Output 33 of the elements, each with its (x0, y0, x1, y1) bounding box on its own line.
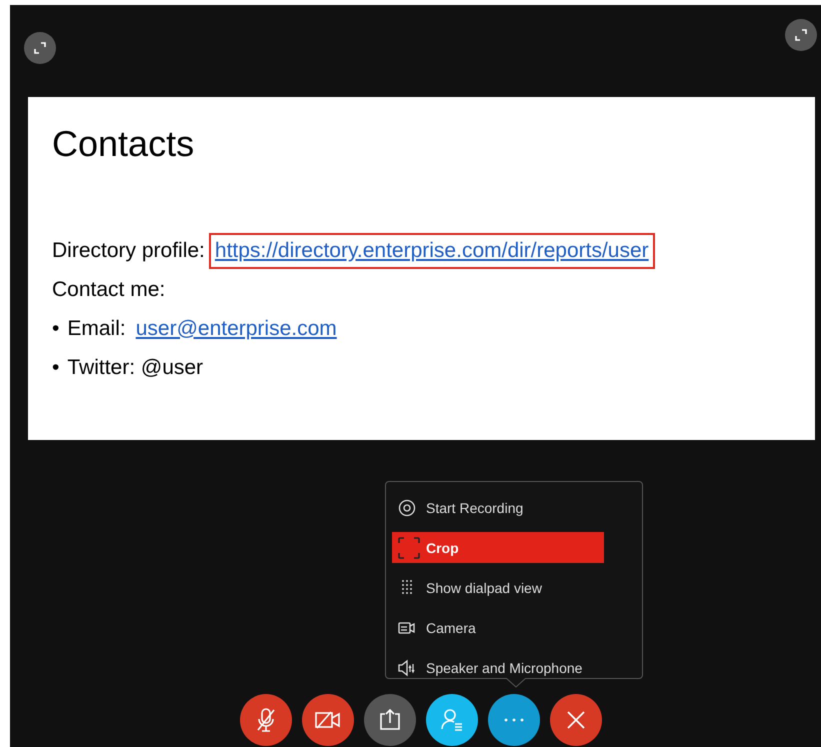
participant-list-icon (440, 708, 464, 732)
email-link[interactable]: user@enterprise.com (132, 312, 341, 344)
bullet: • (52, 356, 60, 380)
menu-item[interactable]: Show dialpad view (392, 568, 604, 608)
end-call-button[interactable] (550, 694, 602, 746)
bullet: • (52, 316, 60, 340)
crop-frame-icon (398, 536, 420, 558)
share-screen-icon (378, 709, 402, 731)
video-off-icon (315, 710, 341, 730)
bullet-text: Email: (67, 316, 126, 340)
more-icon (504, 718, 524, 722)
participants-button[interactable] (426, 694, 478, 746)
profile-label: Directory profile: (52, 238, 205, 262)
menu-item[interactable]: Camera (392, 608, 604, 648)
share-button[interactable] (364, 694, 416, 746)
expand-icon (34, 42, 46, 54)
record-icon (398, 499, 416, 517)
menu-item[interactable]: Start Recording (392, 488, 604, 528)
close-icon (567, 711, 585, 729)
fullscreen-button[interactable] (785, 19, 817, 51)
mute-button[interactable] (240, 694, 292, 746)
muted-microphone-icon (255, 707, 277, 733)
profile-link[interactable]: https://directory.enterprise.com/dir/reports/user (210, 234, 653, 266)
bullet-text: Twitter: @user (67, 356, 204, 380)
expand-icon (795, 29, 807, 41)
fullscreen-button[interactable] (24, 32, 56, 64)
menu-item[interactable]: Crop (392, 532, 604, 563)
video-button[interactable] (302, 694, 354, 746)
slide-title: Contacts (52, 123, 194, 166)
speaker-icon (398, 659, 416, 677)
contact-heading: Contact me: (52, 276, 166, 302)
more-button[interactable] (488, 694, 540, 746)
menu-item[interactable]: Speaker and Microphone (392, 648, 604, 688)
